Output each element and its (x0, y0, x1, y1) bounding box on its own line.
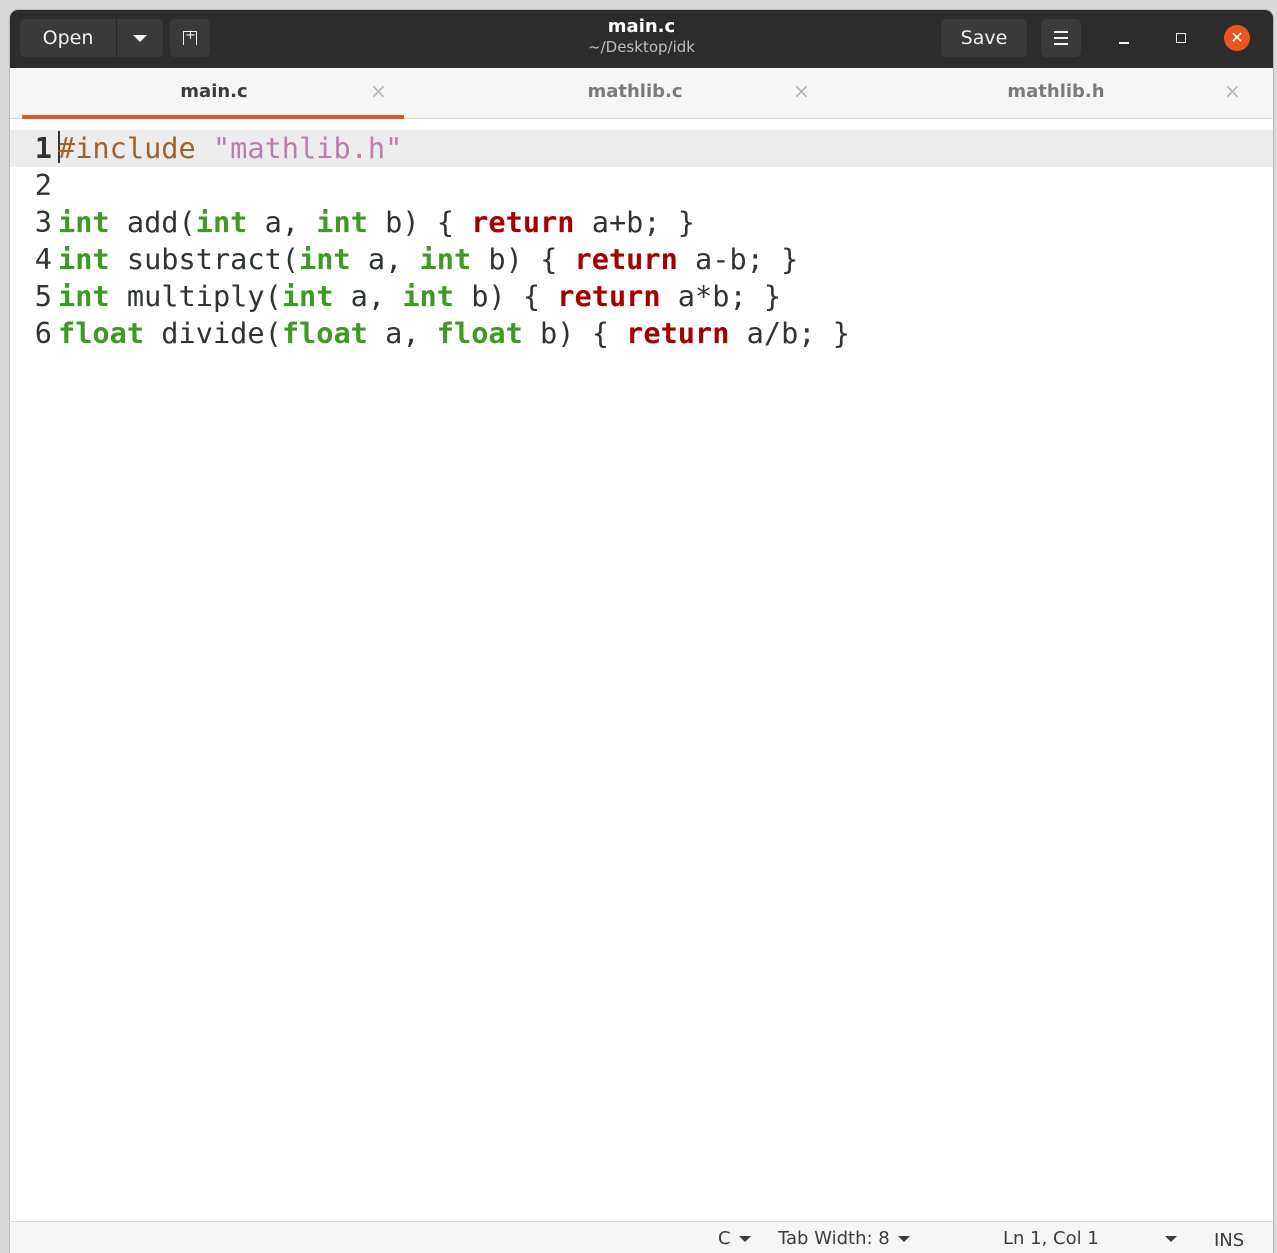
code-token: int (281, 279, 334, 313)
line-source: int substract(int a, int b) { return a-b… (58, 241, 798, 278)
code-token: return (471, 205, 575, 239)
new-tab-icon (183, 28, 197, 45)
code-token: a-b; } (677, 242, 799, 276)
code-line[interactable]: 1 #include "mathlib.h" (10, 130, 1273, 167)
minimize-icon (1119, 42, 1129, 44)
code-token: float (436, 316, 523, 350)
code-editor[interactable]: 1 #include "mathlib.h" 2 3 int add(int a, in… (10, 120, 1273, 1220)
tab-width-label: Tab Width: 8 (778, 1228, 890, 1249)
menu-button[interactable] (1041, 19, 1081, 57)
language-selector[interactable]: C (718, 1228, 751, 1249)
code-token: a*b; } (660, 279, 782, 313)
tab-width-selector[interactable]: Tab Width: 8 (778, 1228, 910, 1249)
line-number: 3 (34, 205, 52, 239)
maximize-icon (1176, 33, 1186, 43)
tab-close-icon[interactable]: × (1224, 80, 1241, 102)
code-line[interactable]: 3 int add(int a, int b) { return a+b; } (10, 204, 1273, 241)
insert-mode-label: INS (1214, 1230, 1245, 1251)
tab-bar: main.c × mathlib.c × mathlib.h × (10, 68, 1273, 119)
code-token: int (402, 279, 454, 313)
code-token: add( (109, 205, 196, 239)
code-line[interactable]: 5 int multiply(int a, int b) { return a*b… (10, 278, 1273, 315)
code-token: a+b; } (574, 205, 696, 239)
header-bar: Open main.c ~/Desktop/idk Save ✕ (10, 10, 1273, 68)
code-line[interactable]: 6 float divide(float a, float b) { return… (10, 315, 1273, 352)
open-button[interactable]: Open (20, 27, 116, 49)
line-number: 1 (34, 131, 52, 165)
new-tab-button[interactable] (170, 19, 210, 57)
code-token: int (316, 205, 368, 239)
active-tab-indicator (22, 115, 404, 119)
line-source: #include "mathlib.h" (58, 130, 402, 167)
line-source: float divide(float a, float b) { return … (58, 315, 850, 352)
maximize-button[interactable] (1168, 25, 1194, 51)
line-number: 5 (34, 279, 52, 313)
status-bar: C Tab Width: 8 Ln 1, Col 1 INS (10, 1221, 1273, 1253)
code-token: multiply( (109, 279, 282, 313)
minimize-button[interactable] (1111, 25, 1137, 51)
code-token: b) { (454, 279, 558, 313)
line-number: 2 (34, 168, 52, 202)
tab-mathlib-c[interactable]: mathlib.c × (431, 68, 852, 118)
code-token: int (195, 205, 248, 239)
line-number: 6 (34, 316, 52, 350)
code-token: substract( (109, 242, 300, 276)
save-button[interactable]: Save (941, 19, 1027, 57)
cursor-position-selector[interactable]: Ln 1, Col 1 (1003, 1228, 1177, 1249)
line-source: int multiply(int a, int b) { return a*b;… (58, 278, 781, 315)
line-source: int add(int a, int b) { return a+b; } (58, 204, 695, 241)
close-window-button[interactable]: ✕ (1224, 25, 1250, 51)
code-token: int (58, 205, 110, 239)
insert-mode-indicator[interactable]: INS (1214, 1230, 1244, 1251)
code-token: a/b; } (729, 316, 850, 350)
tab-mathlib-h[interactable]: mathlib.h × (852, 68, 1273, 118)
code-token: a, (247, 205, 317, 239)
code-token: float (281, 316, 368, 350)
code-token: float (58, 316, 145, 350)
code-token: "mathlib.h" (212, 131, 403, 165)
chevron-down-icon (133, 34, 147, 42)
code-token: int (58, 242, 110, 276)
code-token: a, (333, 279, 403, 313)
code-line[interactable]: 4 int substract(int a, int b) { return a-… (10, 241, 1273, 278)
open-button-group: Open (20, 19, 163, 57)
code-token: divide( (144, 316, 282, 350)
hamburger-menu-icon (1054, 31, 1068, 45)
code-token: b) { (471, 242, 575, 276)
code-token: return (574, 242, 678, 276)
code-token: a, (367, 316, 437, 350)
tab-close-icon[interactable]: × (793, 80, 810, 102)
code-token: a, (350, 242, 420, 276)
tab-close-icon[interactable]: × (370, 80, 387, 102)
code-token: return (626, 316, 730, 350)
code-token: return (557, 279, 661, 313)
code-token: int (299, 242, 351, 276)
code-token: b) { (522, 316, 627, 350)
line-number: 4 (34, 242, 52, 276)
code-token: #include (58, 131, 213, 165)
cursor-position-label: Ln 1, Col 1 (1003, 1228, 1099, 1249)
tab-label: mathlib.c (587, 81, 683, 102)
open-dropdown-button[interactable] (117, 34, 163, 42)
code-line[interactable]: 2 (10, 167, 1273, 204)
close-icon: ✕ (1230, 28, 1244, 47)
tab-label: mathlib.h (1007, 81, 1105, 102)
chevron-down-icon (897, 1235, 910, 1242)
editor-window: Open main.c ~/Desktop/idk Save ✕ (10, 10, 1273, 1253)
code-token: int (419, 242, 472, 276)
tab-label: main.c (180, 81, 248, 102)
chevron-down-icon (1164, 1235, 1177, 1242)
tab-main-c[interactable]: main.c × (10, 68, 431, 119)
code-token: b) { (367, 205, 472, 239)
chevron-down-icon (738, 1235, 751, 1242)
language-label: C (718, 1228, 731, 1249)
code-token: int (58, 279, 110, 313)
